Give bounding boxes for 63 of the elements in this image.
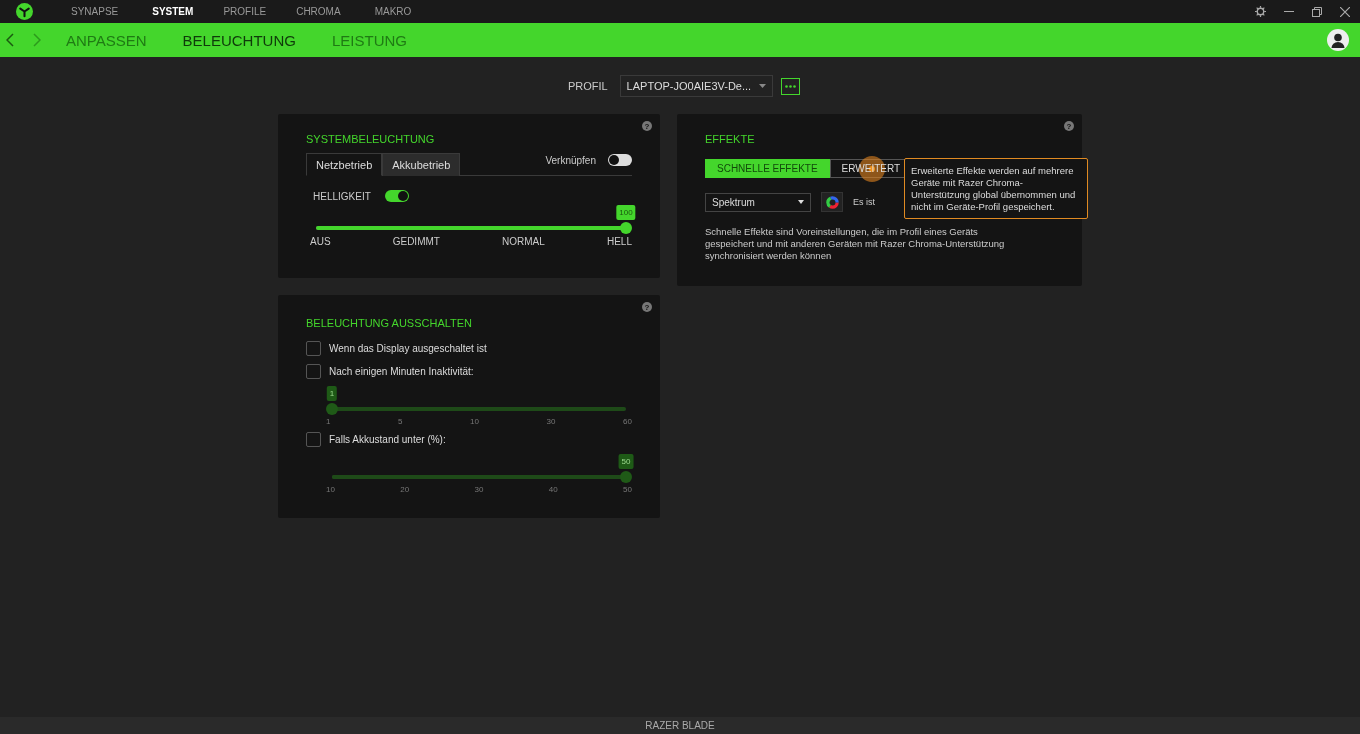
minimize-icon[interactable] <box>1284 10 1294 13</box>
caret-icon <box>759 84 767 88</box>
profile-label: PROFIL <box>567 80 608 92</box>
tick-label: GEDIMMT <box>392 236 440 247</box>
device-name: RAZER BLADE <box>645 720 715 731</box>
checkbox[interactable] <box>306 432 321 447</box>
checkbox[interactable] <box>306 341 321 356</box>
tick-label: 40 <box>548 485 558 494</box>
effects-tab[interactable]: SCHNELLE EFFEKTE <box>705 159 830 178</box>
value-bubble: 100 <box>616 205 636 220</box>
tick-label: 20 <box>400 485 410 494</box>
help-icon[interactable]: ? <box>642 302 652 312</box>
tick-label: 30 <box>546 417 556 426</box>
nav-tab[interactable]: MAKRO <box>374 6 412 17</box>
value-bubble: 50 <box>618 454 634 469</box>
more-button[interactable] <box>781 77 801 95</box>
help-icon[interactable]: ? <box>642 121 652 131</box>
effect-note: Es ist <box>853 197 875 207</box>
checkbox[interactable] <box>306 364 321 379</box>
nav-tab[interactable]: CHROMA <box>296 6 341 17</box>
nav-tab[interactable]: SYSTEM <box>152 6 194 17</box>
caret-icon <box>798 200 804 204</box>
more-icon <box>785 84 797 88</box>
effect-dropdown[interactable]: Spektrum <box>705 192 811 212</box>
checkbox-label: Nach einigen Minuten Inaktivität: <box>329 366 474 377</box>
restore-icon[interactable] <box>1312 6 1322 17</box>
slider-handle[interactable] <box>620 222 632 234</box>
help-icon[interactable]: ? <box>1064 121 1074 131</box>
tick-label: 30 <box>474 485 484 494</box>
color-wheel-icon <box>825 195 839 209</box>
toggle-switch[interactable] <box>608 154 632 166</box>
tick-label: HELL <box>606 236 632 247</box>
tick-label: 5 <box>398 417 403 426</box>
toggle-label: Verknüpfen <box>545 154 596 166</box>
power-tab[interactable]: Akkubetrieb <box>382 153 461 176</box>
card-title: EFFEKTE <box>705 133 756 145</box>
logo-icon[interactable] <box>16 3 33 20</box>
back-icon[interactable] <box>6 33 14 47</box>
tooltip: Erweiterte Effekte werden auf mehrere Geräte mit Razer Chroma-Unterstützung global übernommen und nicht im Geräte-Profil gespeichert. <box>904 158 1088 219</box>
close-icon[interactable] <box>1340 6 1350 17</box>
checkbox-label: Wenn das Display ausgeschaltet ist <box>329 343 487 354</box>
section-tab[interactable]: BELEUCHTUNG <box>182 31 296 49</box>
checkbox-label: Falls Akkustand unter (%): <box>329 434 446 445</box>
tick-label: AUS <box>310 236 331 247</box>
tick-label: 1 <box>326 417 331 426</box>
toggle-label: HELLIGKEIT <box>313 190 371 202</box>
card-title: SYSTEMBELEUCHTUNG <box>306 133 436 145</box>
settings-icon[interactable] <box>1255 6 1266 17</box>
toggle-switch[interactable] <box>384 190 409 202</box>
effects-description: Schnelle Effekte sind Voreinstellungen, die im Profil eines Geräts gespeichert und mit anderen Geräten mit Razer Chroma-Unterstützung synchronisiert werden können <box>705 226 1006 262</box>
tick-label: 50 <box>623 485 632 494</box>
value-bubble: 1 <box>326 386 338 401</box>
nav-tab[interactable]: SYNAPSE <box>71 6 119 17</box>
tick-label: 10 <box>470 417 479 426</box>
tick-label: 60 <box>623 417 632 426</box>
avatar-icon[interactable] <box>1327 29 1349 51</box>
tick-label: NORMAL <box>502 236 545 247</box>
color-button[interactable] <box>821 192 843 212</box>
profile-dropdown[interactable]: LAPTOP-JO0AIE3V-De... <box>619 75 774 97</box>
tick-label: 10 <box>326 485 335 494</box>
nav-tab[interactable]: PROFILE <box>223 6 267 17</box>
card-title: BELEUCHTUNG AUSSCHALTEN <box>306 317 474 329</box>
power-tab[interactable]: Netzbetrieb <box>306 153 383 176</box>
